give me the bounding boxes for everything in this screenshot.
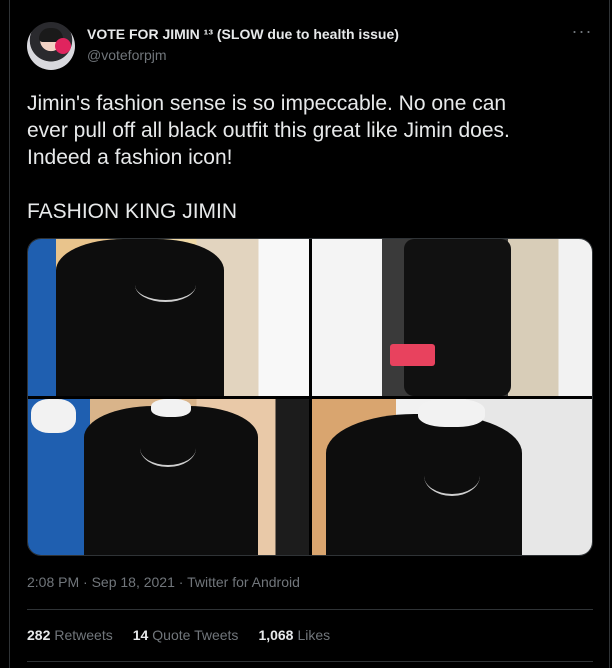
photo-2-bag xyxy=(390,343,435,366)
photo-4[interactable] xyxy=(311,398,592,555)
retweets-stat[interactable]: 282 Retweets xyxy=(27,627,113,643)
divider xyxy=(27,661,593,662)
photo-2[interactable] xyxy=(311,239,592,396)
photo-3-subject xyxy=(84,406,258,555)
tweet-stats: 282 Retweets 14 Quote Tweets 1,068 Likes xyxy=(27,627,330,643)
photo-4-subject xyxy=(325,414,522,555)
avatar[interactable] xyxy=(27,22,75,70)
author-name-row[interactable]: VOTE FOR JIMIN ¹³ (SLOW due to health is… xyxy=(87,26,399,42)
tweet-timestamp[interactable]: 2:08 PM · Sep 18, 2021 · xyxy=(27,574,187,590)
likes-stat[interactable]: 1,068 Likes xyxy=(258,627,330,643)
retweets-label: Retweets xyxy=(54,627,113,643)
author-handle[interactable]: @voteforpjm xyxy=(87,47,167,63)
photo-1-necklace xyxy=(134,267,197,302)
photo-1[interactable] xyxy=(28,239,309,396)
photo-3[interactable] xyxy=(28,398,309,555)
tweet-source[interactable]: Twitter for Android xyxy=(187,574,300,590)
photo-4-necklace xyxy=(423,455,480,496)
quote-tweets-label: Quote Tweets xyxy=(152,627,239,643)
tweet-metadata: 2:08 PM · Sep 18, 2021 · Twitter for And… xyxy=(27,574,300,590)
more-options-icon[interactable]: ··· xyxy=(571,22,593,44)
tweet-text: Jimin's fashion sense is so impeccable. … xyxy=(27,92,510,223)
tweet-media-grid xyxy=(27,238,593,556)
divider xyxy=(27,609,593,610)
quote-tweets-stat[interactable]: 14 Quote Tweets xyxy=(133,627,239,643)
photo-3-mask-bystander xyxy=(30,398,76,433)
likes-label: Likes xyxy=(297,627,331,643)
quote-tweets-count: 14 xyxy=(132,627,149,643)
photo-2-subject xyxy=(404,239,511,396)
likes-count: 1,068 xyxy=(258,627,294,643)
photo-3-mask xyxy=(151,398,191,418)
author-display-name[interactable]: VOTE FOR JIMIN ¹³ (SLOW due to health is… xyxy=(87,26,399,42)
tweet-header: VOTE FOR JIMIN ¹³ (SLOW due to health is… xyxy=(27,20,597,72)
photo-4-mask xyxy=(418,398,486,427)
photo-1-subject xyxy=(56,239,225,396)
avatar-badge xyxy=(55,38,71,54)
retweets-count: 282 xyxy=(27,627,51,643)
